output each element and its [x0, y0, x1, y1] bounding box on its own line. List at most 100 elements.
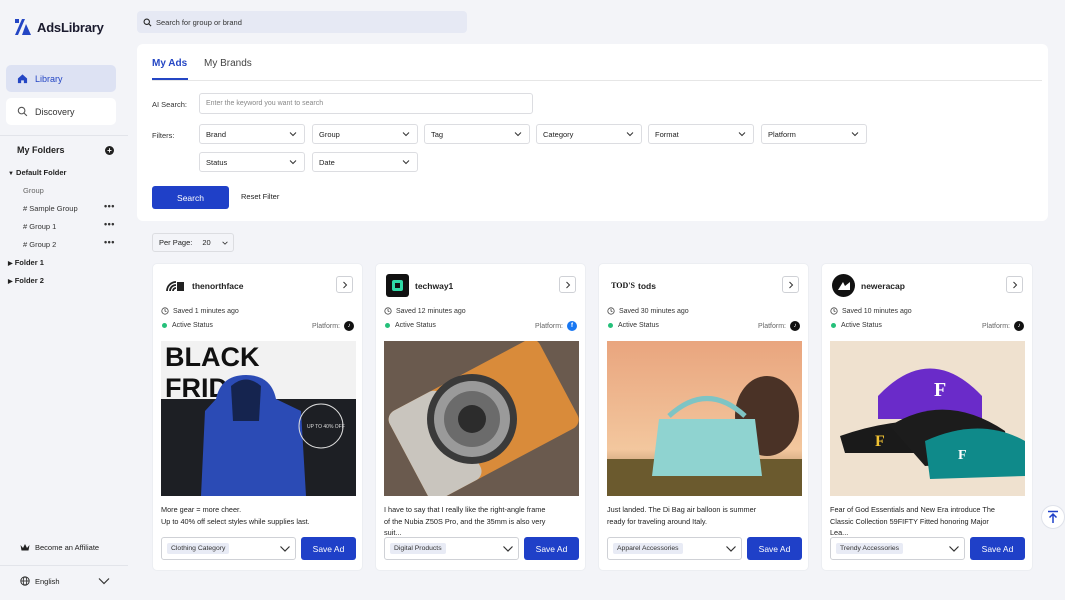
category-chip: Apparel Accessories	[613, 543, 683, 554]
filter-category[interactable]: Category	[536, 124, 642, 144]
add-folder-icon[interactable]: +	[105, 146, 114, 155]
ad-image[interactable]	[607, 341, 802, 496]
filter-status[interactable]: Status	[199, 152, 305, 172]
chevron-right-icon	[788, 281, 793, 288]
tree-default-folder[interactable]: ▼ Default Folder	[8, 168, 66, 177]
filter-date-label: Date	[319, 157, 335, 167]
category-select[interactable]: Clothing Category	[161, 537, 296, 560]
more-icon[interactable]: •••	[104, 237, 115, 247]
per-page-select[interactable]: Per Page: 20	[152, 233, 234, 252]
group-brand-search[interactable]: Search for group or brand	[137, 11, 467, 33]
brand-name[interactable]: tods	[638, 281, 656, 291]
category-select[interactable]: Trendy Accessories	[830, 537, 965, 560]
more-icon[interactable]: •••	[104, 219, 115, 229]
filter-brand[interactable]: Brand	[199, 124, 305, 144]
scroll-to-top-button[interactable]	[1041, 505, 1065, 529]
ai-search-input[interactable]: Enter the keyword you want to search	[199, 93, 533, 114]
tree-folder-1[interactable]: ▶ Folder 1	[8, 258, 44, 267]
chevron-down-icon	[514, 132, 522, 137]
filter-format-label: Format	[655, 129, 679, 139]
arrow-up-icon	[1048, 510, 1058, 523]
open-ad-button[interactable]	[559, 276, 576, 293]
ad-description: More gear = more cheer. Up to 40% off se…	[161, 505, 310, 526]
category-select[interactable]: Digital Products	[384, 537, 519, 560]
chevron-down-icon	[280, 545, 290, 552]
tree-group-item[interactable]: # Group 2	[23, 240, 56, 249]
language-select[interactable]: English	[20, 576, 110, 586]
ad-image[interactable]	[384, 341, 579, 496]
reset-filter-button[interactable]: Reset Filter	[241, 192, 279, 201]
status: Active Status	[831, 322, 882, 329]
save-ad-button[interactable]: Save Ad	[301, 537, 356, 560]
save-ad-button[interactable]: Save Ad	[970, 537, 1025, 560]
tree-folder-1-label: Folder 1	[14, 258, 44, 267]
nav-library-label: Library	[35, 73, 63, 84]
nav-discovery[interactable]: Discovery	[6, 98, 116, 125]
brand-name[interactable]: techway1	[415, 281, 453, 291]
tree-group-item[interactable]: # Group 1	[23, 222, 56, 231]
brand-logo	[386, 274, 409, 297]
tods-logo-text: TOD'S	[611, 281, 635, 290]
saved-time-text: Saved 1 minutes ago	[173, 307, 239, 315]
chevron-right-icon	[565, 281, 570, 288]
save-ad-button[interactable]: Save Ad	[747, 537, 802, 560]
image-text-black: BLACK	[165, 342, 260, 372]
category-select[interactable]: Apparel Accessories	[607, 537, 742, 560]
search-placeholder: Search for group or brand	[156, 17, 242, 27]
open-ad-button[interactable]	[1006, 276, 1023, 293]
status: Active Status	[385, 322, 436, 329]
saved-time: Saved 1 minutes ago	[161, 307, 239, 315]
nav-library[interactable]: Library	[6, 65, 116, 92]
filter-date[interactable]: Date	[312, 152, 418, 172]
filter-tag[interactable]: Tag	[424, 124, 530, 144]
chevron-right-icon	[342, 281, 347, 288]
tab-my-brands[interactable]: My Brands	[204, 58, 252, 69]
tree-folder-2-label: Folder 2	[14, 276, 44, 285]
ad-image[interactable]: F F F	[830, 341, 1025, 496]
tree-folder-2[interactable]: ▶ Folder 2	[8, 276, 44, 285]
ai-search-placeholder: Enter the keyword you want to search	[206, 100, 324, 107]
category-chip: Digital Products	[390, 543, 446, 554]
tab-active-indicator	[152, 78, 188, 80]
svg-text:F: F	[934, 379, 946, 401]
open-ad-button[interactable]	[782, 276, 799, 293]
ai-search-label: AI Search:	[152, 100, 188, 109]
ad-image[interactable]: BLACK FRIDAY UP TO 40% OFF	[161, 341, 356, 496]
status-text: Active Status	[172, 322, 213, 329]
chevron-down-icon	[98, 578, 110, 585]
status-dot	[831, 323, 836, 328]
platform: Platform: ♪	[312, 321, 354, 331]
image-badge-text: UP TO 40% OFF	[307, 424, 345, 430]
filter-category-label: Category	[543, 129, 574, 139]
brand-name[interactable]: neweracap	[861, 281, 905, 291]
filter-platform-label: Platform	[768, 129, 796, 139]
svg-text:F: F	[958, 448, 967, 463]
tab-my-ads[interactable]: My Ads	[152, 58, 187, 69]
save-ad-button[interactable]: Save Ad	[524, 537, 579, 560]
app-logo[interactable]: AdsLibrary	[14, 18, 104, 36]
more-icon[interactable]: •••	[104, 201, 115, 211]
filter-tag-label: Tag	[431, 129, 444, 139]
filter-platform[interactable]: Platform	[761, 124, 867, 144]
platform: Platform: f	[535, 321, 577, 331]
tiktok-icon: ♪	[1014, 321, 1024, 331]
platform-label: Platform:	[981, 322, 1010, 330]
filter-format[interactable]: Format	[648, 124, 754, 144]
clock-icon	[830, 307, 838, 315]
affiliate-label: Become an Affiliate	[35, 543, 100, 552]
tiktok-icon: ♪	[790, 321, 800, 331]
brand-logo	[163, 274, 186, 297]
status-text: Active Status	[618, 322, 659, 329]
saved-time: Saved 30 minutes ago	[607, 307, 689, 315]
affiliate-link[interactable]: Become an Affiliate	[20, 543, 99, 552]
brand-logo	[832, 274, 855, 297]
search-button[interactable]: Search	[152, 186, 229, 209]
category-chip: Trendy Accessories	[836, 543, 904, 554]
open-ad-button[interactable]	[336, 276, 353, 293]
language-label: English	[35, 576, 60, 586]
status: Active Status	[608, 322, 659, 329]
tree-group-item[interactable]: # Sample Group	[23, 204, 78, 213]
brand-name[interactable]: thenorthface	[192, 281, 243, 291]
filter-group[interactable]: Group	[312, 124, 418, 144]
platform-label: Platform:	[311, 322, 340, 330]
